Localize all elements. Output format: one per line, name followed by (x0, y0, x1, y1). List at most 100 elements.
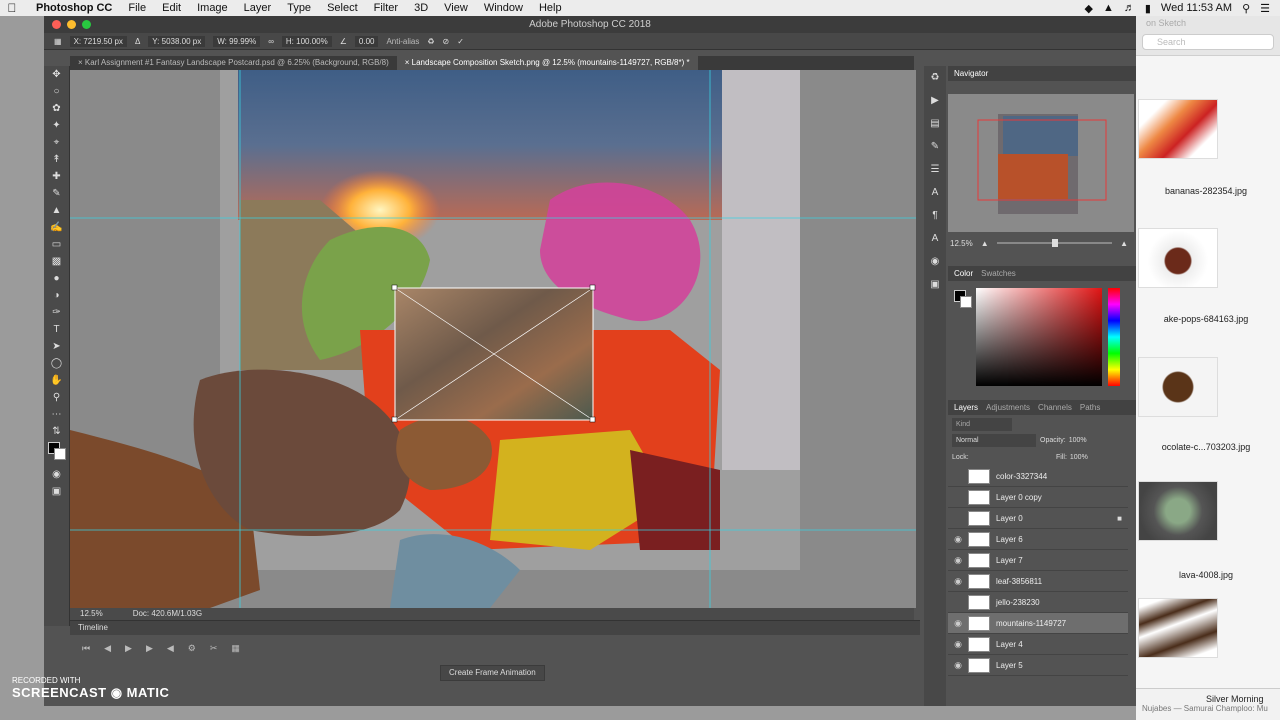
navigator-thumbnail[interactable] (948, 94, 1134, 232)
zoom-tool-icon[interactable]: ⚲ (44, 389, 69, 406)
transform-handle[interactable] (589, 416, 596, 423)
gradient-tool-icon[interactable]: ▩ (44, 253, 69, 270)
music-widget[interactable]: Silver Morning Nujabes — Samurai Champlo… (1136, 688, 1280, 720)
pen-tool-icon[interactable]: ✑ (44, 304, 69, 321)
prev-frame-icon[interactable]: ◀ (104, 643, 111, 654)
antialias-label[interactable]: Anti-alias (386, 37, 419, 46)
menu-layer[interactable]: Layer (236, 2, 280, 14)
delta-icon[interactable]: Δ (135, 37, 140, 46)
minimize-button[interactable] (67, 20, 76, 29)
file-name[interactable]: lava-4008.jpg (1136, 570, 1276, 580)
color-swatches[interactable] (44, 440, 69, 466)
zoom-out-icon[interactable]: ▲ (981, 239, 989, 248)
glyphs-icon[interactable]: A (924, 227, 946, 250)
eye-icon[interactable]: ◉ (948, 576, 968, 587)
properties-icon[interactable]: ☰ (924, 158, 946, 181)
layer-filter[interactable]: Kind (952, 418, 1012, 431)
app-menu[interactable]: Photoshop CC (24, 2, 120, 14)
tab-fantasy-postcard[interactable]: × Karl Assignment #1 Fantasy Landscape P… (70, 56, 397, 70)
eye-icon[interactable]: ◉ (948, 639, 968, 650)
hue-slider[interactable] (1108, 288, 1120, 386)
split-icon[interactable]: ✂ (210, 643, 218, 654)
file-name[interactable]: bananas-282354.jpg (1136, 186, 1276, 196)
color-field[interactable] (976, 288, 1102, 386)
layer-row[interactable]: ◉ Layer 6 (948, 529, 1128, 550)
tab-color[interactable]: Color (954, 269, 973, 278)
menu-select[interactable]: Select (319, 2, 366, 14)
eye-icon[interactable]: ◉ (948, 660, 968, 671)
zoom-level[interactable]: 12.5% (80, 608, 103, 620)
layer-row-selected[interactable]: ◉ mountains-1149727 (948, 613, 1128, 634)
layer-row[interactable]: Layer 0 ■ (948, 508, 1128, 529)
next-frame-icon[interactable]: ▶ (146, 643, 153, 654)
eraser-tool-icon[interactable]: ▭ (44, 236, 69, 253)
canvas-artwork[interactable] (70, 70, 916, 608)
dodge-tool-icon[interactable]: ◑ (44, 287, 69, 304)
blur-tool-icon[interactable]: ● (44, 270, 69, 287)
layer-row[interactable]: ◉ leaf-3856811 (948, 571, 1128, 592)
history-brush-tool-icon[interactable]: ✍ (44, 219, 69, 236)
file-thumbnail[interactable] (1138, 598, 1218, 658)
navigator-title[interactable]: Navigator (954, 69, 988, 78)
healing-tool-icon[interactable]: ✚ (44, 168, 69, 185)
zoom-slider-thumb[interactable] (1052, 239, 1059, 247)
opacity-field[interactable]: 100% (1069, 434, 1087, 447)
menu-image[interactable]: Image (189, 2, 236, 14)
transition-icon[interactable]: ▦ (231, 643, 240, 654)
file-thumbnail[interactable] (1138, 228, 1218, 288)
menu-file[interactable]: File (120, 2, 154, 14)
doc-size[interactable]: Doc: 420.6M/1.03G (133, 608, 202, 620)
layer-row[interactable]: ◉ Layer 5 (948, 655, 1128, 676)
move-tool-icon[interactable]: ✥ (44, 66, 69, 83)
quick-mask-icon[interactable]: ◉ (44, 466, 69, 483)
wifi-icon[interactable]: ▲ (1103, 2, 1114, 14)
more-tools-icon[interactable]: ⋯ (44, 406, 69, 423)
dropbox-icon[interactable]: ◆ (1085, 2, 1093, 15)
menu-help[interactable]: Help (531, 2, 570, 14)
battery-icon[interactable]: ▮ (1145, 2, 1151, 15)
x-field[interactable]: X: 7219.50 px (69, 35, 127, 47)
tab-swatches[interactable]: Swatches (981, 269, 1016, 278)
brush-tool-icon[interactable]: ✎ (44, 185, 69, 202)
eyedropper-tool-icon[interactable]: ↟ (44, 151, 69, 168)
tab-adjustments[interactable]: Adjustments (986, 403, 1030, 412)
menu-filter[interactable]: Filter (366, 2, 406, 14)
brush-settings-icon[interactable]: ✎ (924, 135, 946, 158)
tab-layers[interactable]: Layers (954, 403, 978, 412)
y-field[interactable]: Y: 5038.00 px (148, 35, 206, 47)
finder-search[interactable]: Search (1142, 34, 1274, 50)
menu-window[interactable]: Window (476, 2, 531, 14)
marquee-tool-icon[interactable]: ○ (44, 83, 69, 100)
zoom-slider[interactable] (996, 239, 1113, 247)
layer-row[interactable]: color-3327344 (948, 466, 1128, 487)
file-thumbnail[interactable] (1138, 481, 1218, 541)
commit-icon[interactable]: ✓ (457, 37, 464, 46)
path-select-tool-icon[interactable]: ➤ (44, 338, 69, 355)
menu-3d[interactable]: 3D (406, 2, 436, 14)
character-icon[interactable]: A (924, 181, 946, 204)
lasso-tool-icon[interactable]: ✿ (44, 100, 69, 117)
tab-channels[interactable]: Channels (1038, 403, 1072, 412)
histogram-icon[interactable]: ▤ (924, 112, 946, 135)
shape-tool-icon[interactable]: ◯ (44, 355, 69, 372)
layer-row[interactable]: ◉ Layer 7 (948, 550, 1128, 571)
first-frame-icon[interactable]: ⏮ (82, 643, 90, 654)
tab-landscape-sketch[interactable]: × Landscape Composition Sketch.png @ 12.… (396, 56, 698, 70)
file-thumbnail[interactable] (1138, 357, 1218, 417)
navigator-preview[interactable] (948, 94, 1134, 232)
swap-colors-icon[interactable]: ⇅ (44, 423, 69, 440)
navigator-zoom[interactable]: 12.5% (950, 239, 973, 248)
create-frame-animation-button[interactable]: Create Frame Animation (440, 665, 545, 681)
3d-icon[interactable]: ◉ (924, 250, 946, 273)
background-color[interactable] (54, 448, 66, 460)
quick-select-tool-icon[interactable]: ✦ (44, 117, 69, 134)
close-button[interactable] (52, 20, 61, 29)
transform-handle[interactable] (391, 284, 398, 291)
zoom-button[interactable] (82, 20, 91, 29)
apple-icon[interactable]:  (0, 1, 24, 15)
menu-list-icon[interactable]: ☰ (1260, 2, 1270, 15)
file-name[interactable]: ocolate-c...703203.jpg (1136, 442, 1276, 452)
type-tool-icon[interactable]: T (44, 321, 69, 338)
history-icon[interactable]: ♻ (924, 66, 946, 89)
eye-icon[interactable]: ◉ (948, 618, 968, 629)
